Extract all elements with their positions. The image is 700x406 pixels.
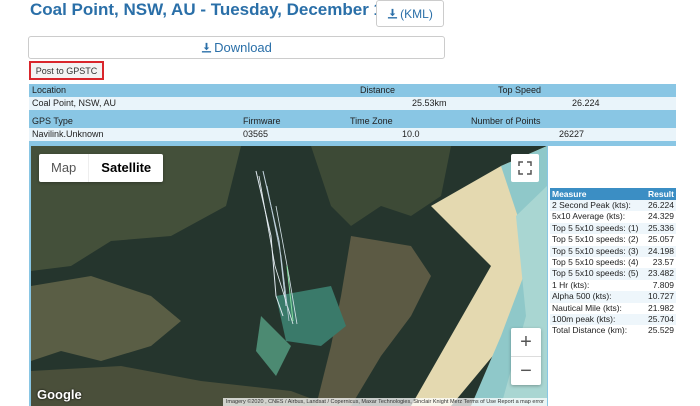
time-zone-header: Time Zone (350, 116, 393, 126)
table-row: Alpha 500 (kts): 10.727 (550, 291, 676, 303)
post-to-gpstc-button[interactable]: Post to GPSTC (29, 61, 104, 80)
result-cell: 25.057 (648, 234, 674, 245)
top-speed-header: Top Speed (498, 85, 542, 95)
table-row: Top 5 5x10 speeds: (1) 25.336 (550, 222, 676, 235)
kml-label: (KML) (400, 6, 433, 21)
time-zone-value: 10.0 (402, 129, 420, 139)
fullscreen-button[interactable] (511, 154, 539, 182)
location-header: Location (32, 85, 67, 95)
firmware-value: 03565 (243, 129, 269, 139)
measure-cell: 5x10 Average (kts): (552, 211, 626, 222)
table-row: 5x10 Average (kts): 24.329 (550, 211, 676, 223)
firmware-header: Firmware (243, 116, 281, 126)
results-header: Measure Result (550, 188, 676, 200)
measure-cell: 100m peak (kts): (552, 313, 616, 324)
result-cell: 25.336 (648, 222, 674, 233)
table-row: 1 Hr (kts): 7.809 (550, 279, 676, 292)
info-header-row-2: GPS Type Firmware Time Zone Number of Po… (29, 115, 676, 128)
google-logo: Google (37, 387, 82, 402)
location-value: Coal Point, NSW, AU (32, 98, 117, 108)
points-header: Number of Points (471, 116, 541, 126)
zoom-out-button[interactable]: − (511, 357, 541, 385)
measure-cell: Total Distance (km): (552, 325, 628, 336)
measure-cell: Top 5 5x10 speeds: (1) (552, 222, 639, 233)
zoom-in-button[interactable]: + (511, 328, 541, 356)
table-row: Total Distance (km): 25.529 (550, 325, 676, 337)
result-cell: 24.198 (648, 245, 674, 256)
info-header-row-1: Location Distance Top Speed (29, 84, 676, 97)
result-cell: 25.529 (648, 325, 674, 336)
page-title: Coal Point, NSW, AU - Tuesday, December … (30, 0, 431, 19)
result-cell: 7.809 (652, 279, 674, 290)
download-label: Download (214, 40, 272, 55)
table-row: Top 5 5x10 speeds: (5) 23.482 (550, 268, 676, 280)
download-button[interactable]: Download (28, 36, 445, 59)
result-cell: 24.329 (648, 211, 674, 222)
result-cell: 26.224 (648, 200, 674, 210)
table-row: Top 5 5x10 speeds: (4) 23.57 (550, 256, 676, 269)
points-value: 26227 (559, 129, 585, 139)
gps-type-header: GPS Type (32, 116, 73, 126)
measure-cell: 2 Second Peak (kts): (552, 200, 631, 210)
distance-header: Distance (360, 85, 396, 95)
session-panel: Location Distance Top Speed Coal Point, … (29, 84, 676, 406)
info-value-row-1: Coal Point, NSW, AU 25.53km 26.224 (29, 97, 676, 110)
measure-cell: Nautical Mile (kts): (552, 302, 622, 313)
result-column-header: Result (648, 189, 674, 199)
table-row: Top 5 5x10 speeds: (2) 25.057 (550, 234, 676, 246)
measure-cell: Top 5 5x10 speeds: (2) (552, 234, 639, 245)
satellite-imagery (31, 146, 547, 406)
result-cell: 23.482 (648, 268, 674, 279)
result-cell: 23.57 (652, 256, 674, 267)
fullscreen-icon (518, 161, 532, 175)
measure-cell: Top 5 5x10 speeds: (5) (552, 268, 639, 279)
measure-cell: Top 5 5x10 speeds: (3) (552, 245, 639, 256)
measure-cell: Alpha 500 (kts): (552, 291, 612, 302)
measure-cell: 1 Hr (kts): (552, 279, 590, 290)
download-icon (388, 8, 398, 19)
distance-value: 25.53km (412, 98, 447, 108)
gps-type-value: Navilink.Unknown (32, 129, 104, 139)
map-attribution[interactable]: Imagery ©2020 , CNES / Airbus, Landsat /… (222, 398, 547, 406)
zoom-controls: + − (511, 328, 541, 385)
map-type-tabs: Map Satellite (39, 154, 164, 182)
satellite-map[interactable]: Map Satellite + − Google Imagery ©2020 ,… (31, 146, 547, 406)
result-cell: 10.727 (648, 291, 674, 302)
table-row: 100m peak (kts): 25.704 (550, 313, 676, 326)
kml-download-button[interactable]: (KML) (376, 0, 444, 27)
map-tab[interactable]: Map (39, 154, 90, 182)
table-row: Top 5 5x10 speeds: (3) 24.198 (550, 245, 676, 257)
table-row: 2 Second Peak (kts): 26.224 (550, 200, 676, 212)
result-cell: 21.982 (648, 302, 674, 313)
measure-column-header: Measure (552, 189, 587, 199)
satellite-tab[interactable]: Satellite (89, 154, 163, 182)
top-speed-value: 26.224 (572, 98, 600, 108)
info-value-row-2: Navilink.Unknown 03565 10.0 26227 (29, 128, 676, 141)
table-row: Nautical Mile (kts): 21.982 (550, 302, 676, 314)
result-cell: 25.704 (648, 313, 674, 324)
results-table: Measure Result 2 Second Peak (kts): 26.22… (550, 188, 676, 337)
results-rows: 2 Second Peak (kts): 26.224 5x10 Average (… (550, 200, 676, 337)
measure-cell: Top 5 5x10 speeds: (4) (552, 256, 639, 267)
download-icon (201, 42, 212, 53)
